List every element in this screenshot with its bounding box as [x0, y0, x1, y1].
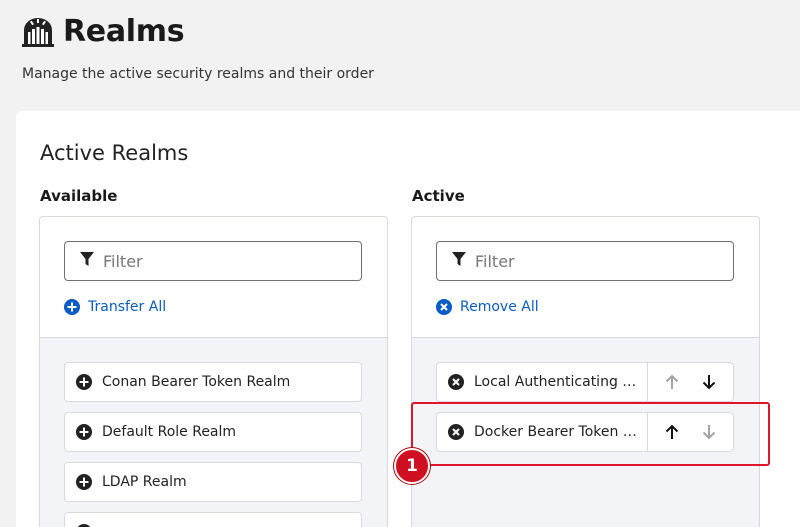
available-item-ldap[interactable]: LDAP Realm	[64, 462, 362, 502]
available-item-partial[interactable]	[64, 512, 362, 527]
filter-icon	[451, 251, 467, 271]
available-item-conan[interactable]: Conan Bearer Token Realm	[64, 362, 362, 402]
available-panel: Transfer All Conan Bearer Token Realm De…	[39, 216, 388, 527]
active-filter-input[interactable]	[475, 251, 715, 271]
arrow-down-icon	[700, 423, 718, 441]
remove-circle-icon	[448, 424, 464, 440]
plus-circle-icon	[76, 424, 92, 440]
page-header: Realms	[21, 14, 185, 49]
active-column-label: Active	[412, 187, 465, 205]
active-item-local-auth[interactable]: Local Authenticating Realm	[436, 362, 734, 402]
active-list: Local Authenticating Realm Docker	[412, 338, 759, 527]
page-subtitle: Manage the active security realms and th…	[22, 66, 374, 82]
move-down-button[interactable]	[700, 373, 718, 391]
available-item-label: Default Role Realm	[102, 424, 237, 440]
available-panel-toolbar: Transfer All	[40, 217, 387, 338]
active-filter-field[interactable]	[436, 241, 734, 281]
transfer-all-label: Transfer All	[88, 299, 167, 315]
plus-circle-icon	[64, 299, 80, 315]
available-column-label: Available	[40, 187, 118, 205]
available-item-label: Conan Bearer Token Realm	[102, 374, 291, 390]
active-item-docker-bearer[interactable]: Docker Bearer Token Realm	[436, 412, 734, 452]
reorder-controls	[647, 413, 733, 451]
transfer-all-link[interactable]: Transfer All	[64, 299, 166, 315]
available-item-default-role[interactable]: Default Role Realm	[64, 412, 362, 452]
remove-circle-icon	[448, 374, 464, 390]
realms-page: Realms Manage the active security realms…	[0, 0, 800, 527]
available-list: Conan Bearer Token Realm Default Role Re…	[40, 338, 387, 527]
remove-all-link[interactable]: Remove All	[436, 299, 539, 315]
remove-all-label: Remove All	[460, 299, 539, 315]
available-filter-input[interactable]	[103, 251, 343, 271]
active-item-label: Local Authenticating Realm	[474, 374, 642, 390]
active-item-label: Docker Bearer Token Realm	[474, 424, 642, 440]
arrow-up-icon	[663, 373, 681, 391]
move-up-button[interactable]	[663, 423, 681, 441]
plus-circle-icon	[76, 474, 92, 490]
card-title: Active Realms	[40, 141, 189, 165]
available-filter-field[interactable]	[64, 241, 362, 281]
reorder-controls	[647, 363, 733, 401]
annotation-badge: 1	[394, 448, 430, 484]
filter-icon	[79, 251, 95, 271]
active-panel: Remove All Local Authenticating Realm	[411, 216, 760, 527]
available-item-label: LDAP Realm	[102, 474, 187, 490]
plus-circle-icon	[76, 374, 92, 390]
realm-gate-icon	[21, 15, 55, 49]
page-title: Realms	[63, 14, 185, 49]
active-panel-toolbar: Remove All	[412, 217, 759, 338]
remove-circle-icon	[436, 299, 452, 315]
